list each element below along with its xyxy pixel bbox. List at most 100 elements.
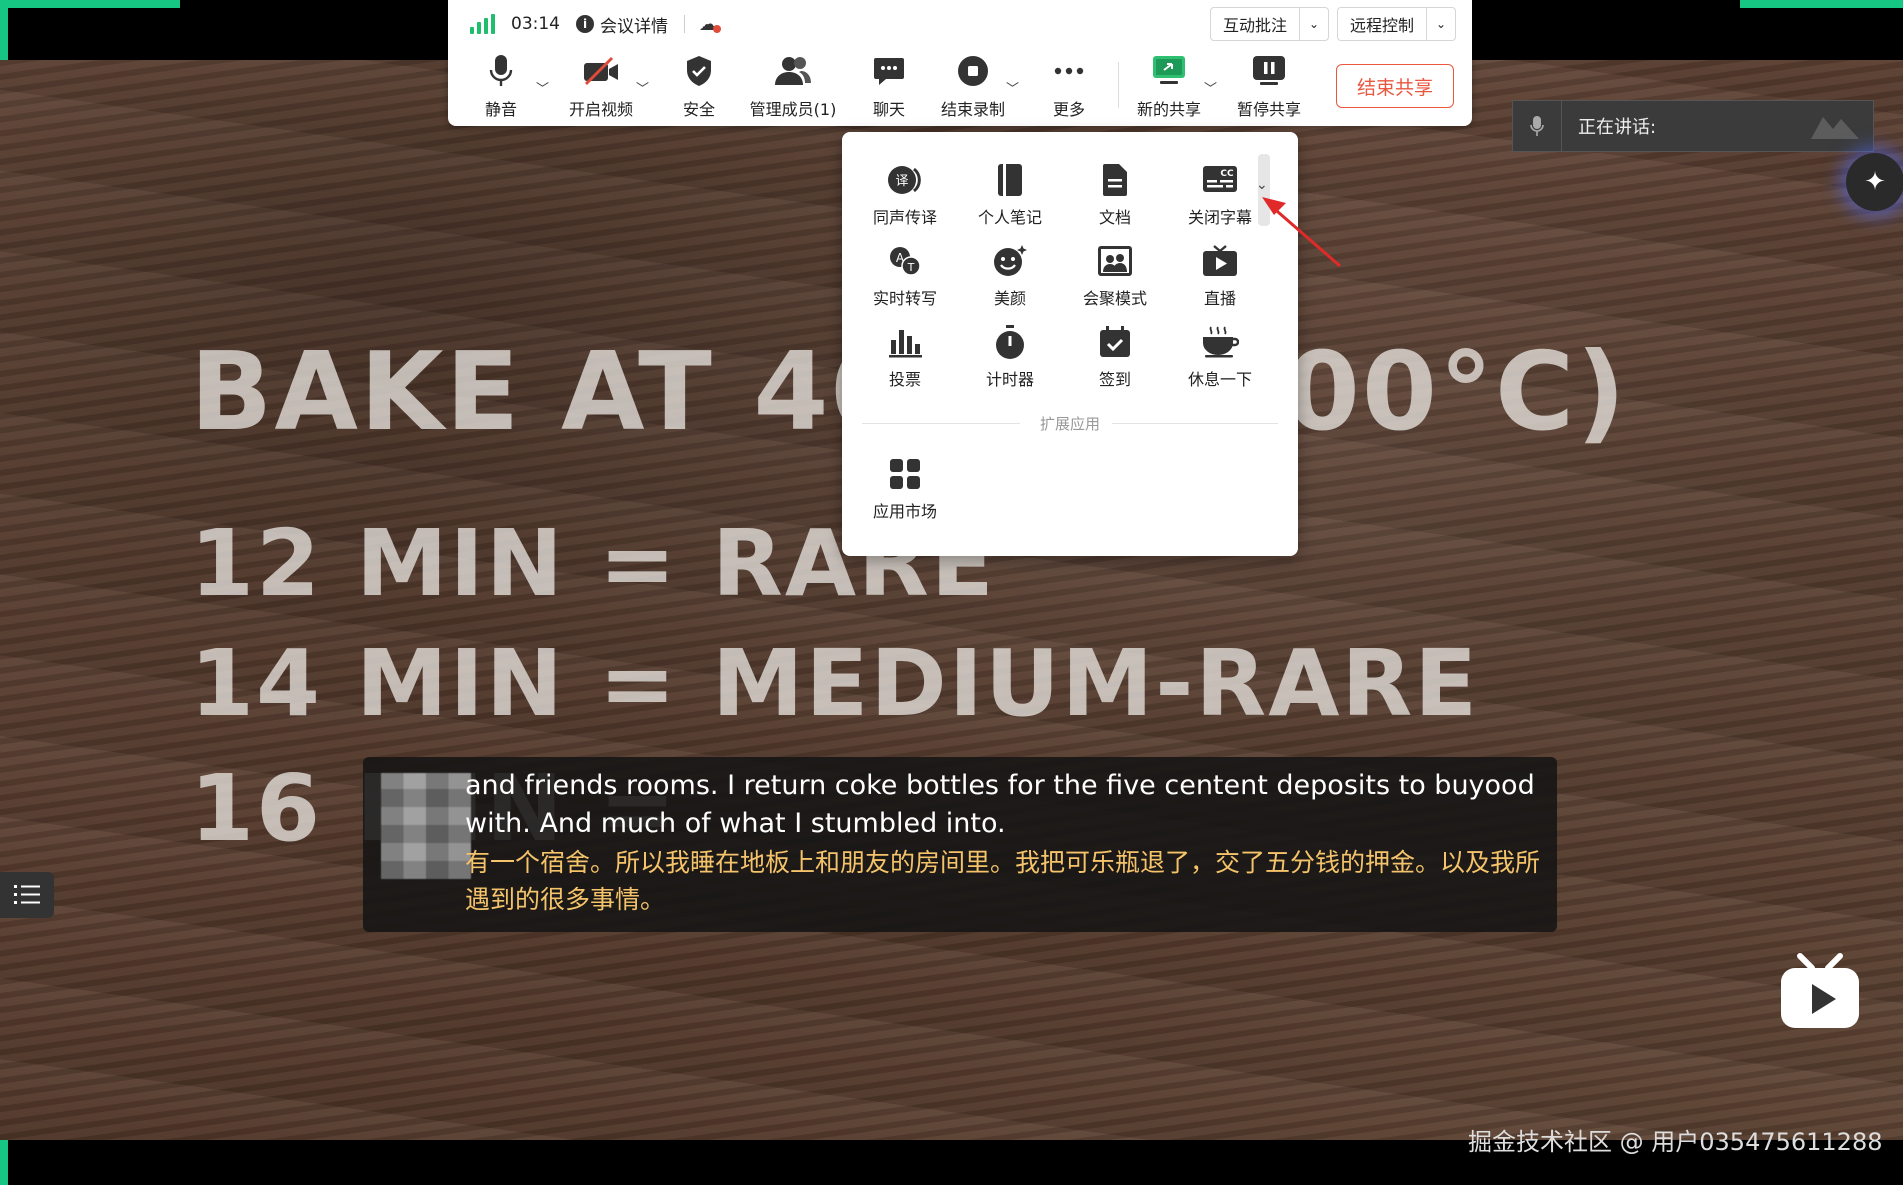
brand-logo-icon bbox=[1811, 117, 1859, 139]
chat-button[interactable]: 聊天 bbox=[844, 52, 934, 120]
live-icon bbox=[1202, 241, 1238, 281]
status-bar-actions: 互动批注 ⌄ 远程控制 ⌄ bbox=[1209, 7, 1456, 41]
outline-list-button[interactable] bbox=[0, 872, 54, 918]
more-button[interactable]: 更多 bbox=[1024, 52, 1114, 120]
shield-icon bbox=[685, 52, 713, 90]
notebook-icon bbox=[996, 160, 1024, 200]
chevron-down-icon[interactable]: ﹀ bbox=[1006, 78, 1019, 97]
toolbar-buttons: 静音 ﹀ 开启视频 ﹀ 安全 管理成员(1) 聊天 结束录制 ﹀ 更多 新的共享… bbox=[448, 52, 1472, 122]
captions-icon: CC bbox=[1202, 160, 1238, 200]
menu-item-together-mode[interactable]: 会聚模式 bbox=[1065, 241, 1165, 309]
menu-item-label: 关闭字幕 bbox=[1187, 208, 1252, 227]
app-grid-icon bbox=[889, 454, 921, 494]
menu-item-label: 休息一下 bbox=[1187, 370, 1252, 389]
pause-icon bbox=[1252, 52, 1286, 90]
divider bbox=[1118, 62, 1119, 108]
signal-strength-icon bbox=[470, 14, 495, 34]
menu-item-live[interactable]: 直播 bbox=[1170, 241, 1270, 309]
menu-item-label: 美颜 bbox=[993, 289, 1026, 308]
more-label: 更多 bbox=[1052, 100, 1085, 119]
svg-text:T: T bbox=[907, 261, 915, 274]
chevron-down-icon[interactable]: ﹀ bbox=[636, 78, 649, 97]
end-share-button[interactable]: 结束共享 bbox=[1336, 64, 1454, 108]
video-off-icon bbox=[582, 52, 620, 90]
meeting-timer: 03:14 bbox=[511, 14, 560, 34]
menu-item-label: 直播 bbox=[1203, 289, 1236, 308]
menu-item-app-market[interactable]: 应用市场 bbox=[855, 454, 955, 522]
share-border-indicator bbox=[0, 0, 180, 8]
menu-item-document[interactable]: 文档 bbox=[1065, 160, 1165, 228]
end-recording-label: 结束录制 bbox=[940, 100, 1005, 119]
svg-text:CC: CC bbox=[1220, 169, 1234, 179]
chevron-down-icon[interactable]: ⌄ bbox=[1427, 17, 1455, 31]
subtitle-english: and friends rooms. I return coke bottles… bbox=[465, 770, 1535, 839]
pause-share-label: 暂停共享 bbox=[1236, 100, 1301, 119]
menu-item-label: 会聚模式 bbox=[1082, 289, 1147, 308]
menu-item-label: 文档 bbox=[1098, 208, 1131, 227]
menu-item-transcription[interactable]: AT 实时转写 bbox=[855, 241, 955, 309]
speaking-label: 正在讲话: bbox=[1578, 117, 1657, 138]
mute-button[interactable]: 静音 bbox=[456, 52, 546, 120]
chat-label: 聊天 bbox=[872, 100, 905, 119]
list-icon bbox=[14, 885, 40, 904]
microphone-icon bbox=[489, 52, 513, 90]
start-video-button[interactable]: 开启视频 bbox=[556, 52, 646, 120]
info-icon: i bbox=[576, 15, 594, 33]
menu-item-timer[interactable]: 计时器 bbox=[960, 322, 1060, 390]
stop-record-icon bbox=[957, 52, 989, 90]
end-recording-button[interactable]: 结束录制 bbox=[928, 52, 1018, 120]
ai-assistant-button[interactable]: ✦ bbox=[1846, 153, 1903, 211]
chevron-down-icon[interactable]: ﹀ bbox=[1204, 78, 1217, 97]
extensions-section-title: 扩展应用 bbox=[1039, 415, 1100, 433]
interactive-annotation-button[interactable]: 互动批注 ⌄ bbox=[1209, 7, 1329, 41]
menu-item-break[interactable]: 休息一下 bbox=[1170, 322, 1270, 390]
chat-icon bbox=[873, 52, 905, 90]
poll-icon bbox=[888, 322, 922, 362]
share-border-indicator bbox=[1740, 0, 1903, 8]
meeting-details-label: 会议详情 bbox=[600, 16, 668, 37]
svg-text:译: 译 bbox=[895, 174, 908, 189]
cloud-recording-icon[interactable]: ☁ bbox=[699, 14, 721, 35]
avatar bbox=[381, 773, 471, 879]
beauty-icon bbox=[992, 241, 1028, 281]
sparkle-icon: ✦ bbox=[1864, 167, 1886, 197]
subtitle-chinese: 有一个宿舍。所以我睡在地板上和朋友的房间里。我把可乐瓶退了，交了五分钱的押金。以… bbox=[465, 848, 1541, 914]
coffee-break-icon bbox=[1201, 322, 1239, 362]
more-menu: ⌄ 译 同声传译 个人笔记 文档 CC 关闭字幕 AT 实时转写 美颜 会聚模式… bbox=[842, 132, 1298, 556]
bilibili-tv-icon[interactable] bbox=[1778, 952, 1862, 1032]
transcription-icon: AT bbox=[888, 241, 922, 281]
new-share-label: 新的共享 bbox=[1136, 100, 1201, 119]
menu-item-close-captions[interactable]: CC 关闭字幕 bbox=[1170, 160, 1270, 228]
menu-item-label: 计时器 bbox=[985, 370, 1034, 389]
manage-members-button[interactable]: 管理成员(1) bbox=[748, 52, 838, 120]
security-label: 安全 bbox=[682, 100, 715, 119]
chevron-down-icon[interactable]: ⌄ bbox=[1300, 17, 1328, 31]
mute-label: 静音 bbox=[484, 100, 517, 119]
menu-item-interpretation[interactable]: 译 同声传译 bbox=[855, 160, 955, 228]
new-share-button[interactable]: 新的共享 bbox=[1124, 52, 1214, 120]
slide-line-medium-rare: 14 MIN = MEDIUM-RARE bbox=[190, 630, 1480, 737]
speaking-indicator: 正在讲话: bbox=[1512, 100, 1874, 152]
chevron-down-icon[interactable]: ﹀ bbox=[536, 78, 549, 97]
menu-item-label: 应用市场 bbox=[872, 502, 937, 521]
microphone-icon bbox=[1513, 101, 1562, 151]
pause-share-button[interactable]: 暂停共享 bbox=[1224, 52, 1314, 120]
menu-item-label: 实时转写 bbox=[872, 289, 937, 308]
menu-item-poll[interactable]: 投票 bbox=[855, 322, 955, 390]
interactive-annotation-label[interactable]: 互动批注 bbox=[1211, 8, 1300, 40]
more-dots-icon bbox=[1054, 52, 1084, 90]
remote-control-button[interactable]: 远程控制 ⌄ bbox=[1336, 7, 1456, 41]
meeting-toolbar: 03:14 i 会议详情 ☁ 互动批注 ⌄ 远程控制 ⌄ 静音 ﹀ 开启视频 ﹀… bbox=[448, 0, 1472, 126]
menu-item-check-in[interactable]: 签到 bbox=[1065, 322, 1165, 390]
menu-item-notes[interactable]: 个人笔记 bbox=[960, 160, 1060, 228]
subtitle-panel: and friends rooms. I return coke bottles… bbox=[363, 757, 1557, 932]
menu-item-label: 投票 bbox=[888, 370, 921, 389]
status-bar: 03:14 i 会议详情 ☁ 互动批注 ⌄ 远程控制 ⌄ bbox=[448, 0, 1472, 48]
divider bbox=[684, 15, 685, 33]
menu-item-beauty[interactable]: 美颜 bbox=[960, 241, 1060, 309]
security-button[interactable]: 安全 bbox=[654, 52, 744, 120]
remote-control-label[interactable]: 远程控制 bbox=[1338, 8, 1427, 40]
members-icon bbox=[773, 52, 813, 90]
watermark: 掘金技术社区 @ 用户035475611288 bbox=[1468, 1128, 1883, 1156]
meeting-details-button[interactable]: i 会议详情 bbox=[576, 12, 668, 37]
